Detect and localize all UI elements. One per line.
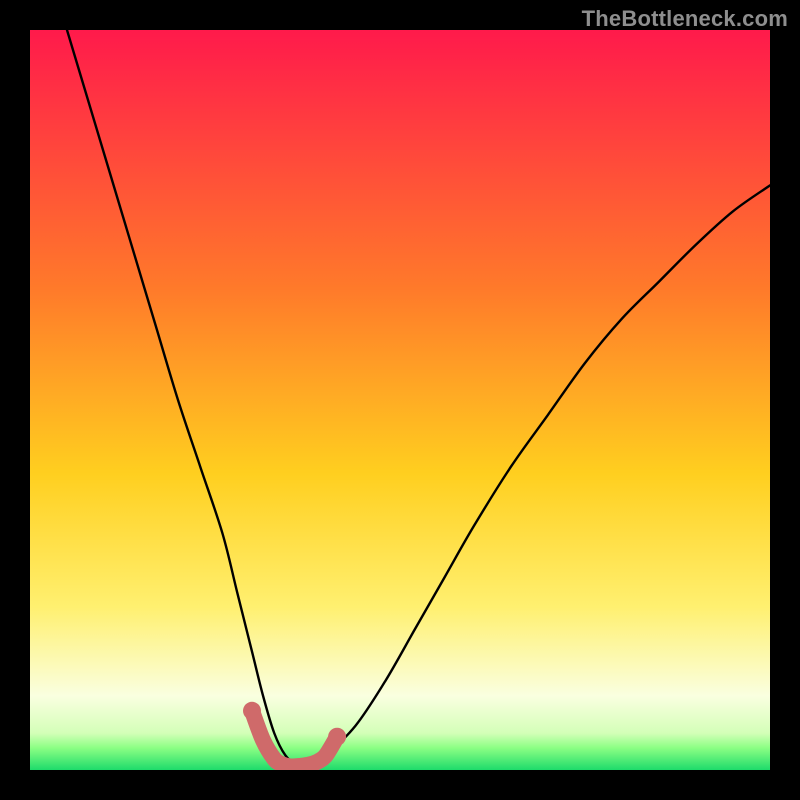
gradient-background	[30, 30, 770, 770]
optimal-marker-endpoint	[243, 702, 261, 720]
watermark-text: TheBottleneck.com	[582, 6, 788, 32]
bottleneck-chart	[30, 30, 770, 770]
plot-area	[30, 30, 770, 770]
outer-frame: TheBottleneck.com	[0, 0, 800, 800]
optimal-marker-endpoint	[328, 728, 346, 746]
